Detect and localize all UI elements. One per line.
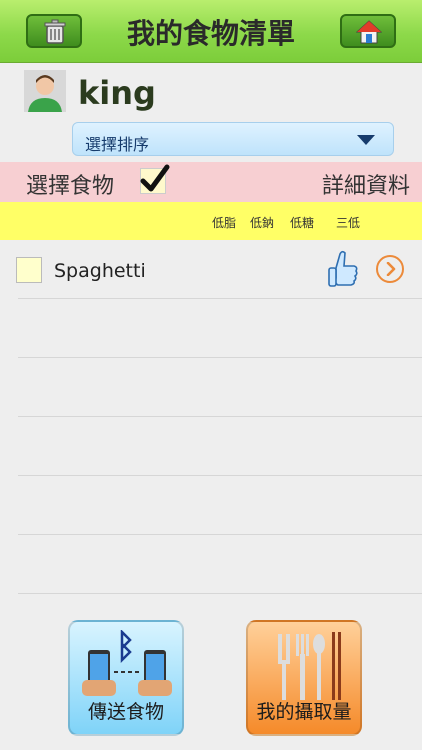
checkmark-icon [140,164,170,192]
app-header: 我的食物清單 [0,0,422,63]
filter-low-fat: 低脂 [212,216,237,230]
sort-dropdown[interactable]: 選擇排序 [72,122,394,156]
details-label: 詳細資料 [321,174,410,199]
filter-low-sugar: 低糖 [290,216,315,230]
list-item[interactable]: Spaghetti [16,240,422,299]
empty-row [18,417,422,476]
filter-triple-low: 三低 [336,216,361,230]
item-name: Spaghetti [54,260,146,282]
home-button[interactable] [340,14,396,48]
filter-low-sodium: 低鈉 [250,216,275,230]
food-list: Spaghetti [16,240,422,594]
bluetooth-transfer-icon [82,630,172,696]
chevron-right-icon [386,262,396,276]
cutlery-icon [278,632,341,700]
thumbs-up-icon[interactable] [326,250,360,290]
username: king [78,74,156,112]
detail-button[interactable] [376,255,404,283]
home-icon [356,20,382,44]
user-row: king [0,70,422,118]
sort-label: 選擇排序 [85,135,150,154]
select-food-label: 選擇食物 [26,174,115,199]
send-food-button[interactable]: 傳送食物 [68,620,184,736]
selection-bar: 選擇食物 詳細資料 [0,162,422,202]
empty-row [18,476,422,535]
select-food-checkbox[interactable] [140,164,170,194]
empty-row [18,535,422,594]
my-intake-label: 我的攝取量 [256,701,352,723]
empty-row [18,358,422,417]
empty-row [18,299,422,358]
avatar [24,70,66,112]
filter-bar: 低脂 低鈉 低糖 三低 [0,202,422,240]
item-checkbox[interactable] [16,257,42,283]
chevron-down-icon [357,135,375,145]
my-intake-button[interactable]: 我的攝取量 [246,620,362,736]
send-food-label: 傳送食物 [87,701,164,723]
